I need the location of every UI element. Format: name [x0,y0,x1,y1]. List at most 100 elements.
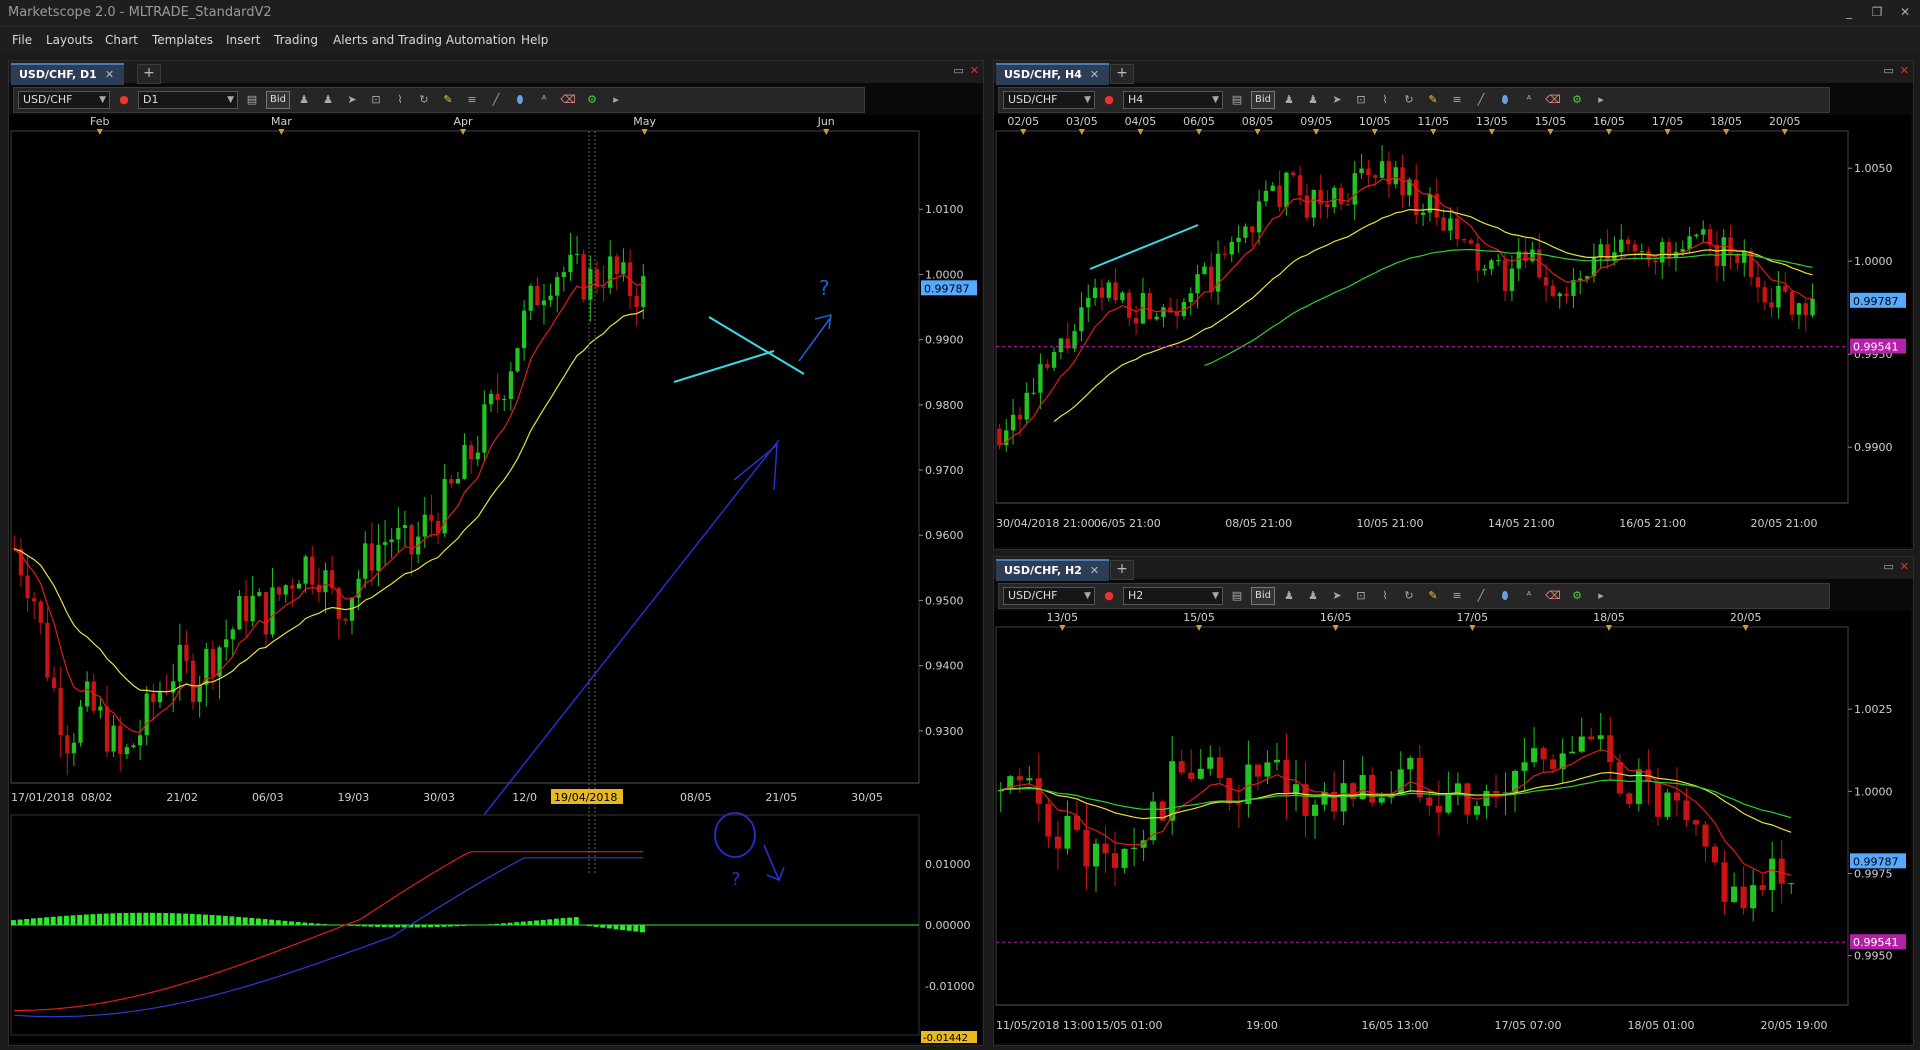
indicator-icon[interactable]: ⌇ [1375,587,1395,605]
more-icon[interactable]: ▸ [606,91,626,109]
candle-body [1492,791,1500,794]
panel-close-icon[interactable]: ✕ [1900,64,1909,77]
lines-icon[interactable]: ≡ [1447,91,1467,109]
crosshair-icon[interactable]: ⊡ [1351,91,1371,109]
settings-icon[interactable]: ⚙ [1567,587,1587,605]
trader-buy-icon[interactable]: ♟ [1279,587,1299,605]
panel-close-icon[interactable]: ✕ [1900,560,1909,573]
macd-histogram-bar [567,917,573,925]
bid-toggle[interactable]: Bid [1251,587,1275,605]
record-icon[interactable]: ● [1099,91,1119,109]
candle-body [508,371,513,399]
text-icon[interactable]: ᴬ [1519,587,1539,605]
record-icon[interactable]: ● [1099,587,1119,605]
tab-usdchf-h2[interactable]: USD/CHF, H2 ✕ [996,559,1110,581]
add-tab-button[interactable]: + [1110,64,1134,84]
menu-chart[interactable]: Chart [105,33,138,47]
candle-body [1619,239,1624,253]
add-tab-button[interactable]: + [1110,560,1134,580]
trader-buy-icon[interactable]: ♟ [1279,91,1299,109]
lines-icon[interactable]: ≡ [462,91,482,109]
shape-icon[interactable]: ⬮ [1495,91,1515,109]
maximize-icon[interactable]: ▭ [953,64,963,77]
trendline-icon[interactable]: ╱ [1471,91,1491,109]
text-icon[interactable]: ᴬ [534,91,554,109]
more-icon[interactable]: ▸ [1591,587,1611,605]
bid-toggle[interactable]: Bid [266,91,290,109]
text-icon[interactable]: ᴬ [1519,91,1539,109]
symbol-select[interactable]: USD/CHF ▼ [18,91,110,109]
refresh-icon[interactable]: ↻ [1399,91,1419,109]
add-tab-button[interactable]: + [137,64,161,84]
menu-layouts[interactable]: Layouts [46,33,93,47]
trendline-icon[interactable]: ╱ [1471,587,1491,605]
shape-icon[interactable]: ⬮ [1495,587,1515,605]
menu-file[interactable]: File [12,33,32,47]
macd-histogram-bar [514,922,520,925]
trader-buy-icon[interactable]: ♟ [294,91,314,109]
tab-usdchf-h4[interactable]: USD/CHF, H4 ✕ [996,63,1110,85]
more-icon[interactable]: ▸ [1591,91,1611,109]
indicator-icon[interactable]: ⌇ [1375,91,1395,109]
trader-sell-icon[interactable]: ♟ [1303,587,1323,605]
trader-sell-icon[interactable]: ♟ [318,91,338,109]
indicator-icon[interactable]: ⌇ [390,91,410,109]
record-icon[interactable]: ● [114,91,134,109]
ruler-icon[interactable]: ✎ [1423,91,1443,109]
eraser-icon[interactable]: ⌫ [558,91,578,109]
trendline-icon[interactable]: ╱ [486,91,506,109]
timeframe-select[interactable]: H2 ▼ [1123,587,1223,605]
refresh-icon[interactable]: ↻ [414,91,434,109]
cursor-icon[interactable]: ➤ [342,91,362,109]
symbol-select[interactable]: USD/CHF ▼ [1003,91,1095,109]
chart-toolbar: USD/CHF ▼ ● H2 ▼ ▤ Bid ♟ ♟ ➤ ⊡ ⌇ ↻ ✎ ≡ ╱ ⬮… [998,583,1830,609]
month-tick-label: 02/05 [1007,115,1039,128]
maximize-icon[interactable]: ▭ [1883,64,1893,77]
candle-body [1202,266,1207,275]
close-icon[interactable]: ✕ [1896,4,1914,20]
timeframe-select[interactable]: H4 ▼ [1123,91,1223,109]
candle-body [561,272,566,278]
chart-type-icon[interactable]: ▤ [1227,91,1247,109]
settings-icon[interactable]: ⚙ [582,91,602,109]
chart-h4-canvas[interactable]: 02/05 03/05 04/05 06/05 08/05 09/05 10/05 11/05… [994,115,1911,547]
menu-insert[interactable]: Insert [226,33,260,47]
bid-toggle[interactable]: Bid [1251,91,1275,109]
restore-icon[interactable]: ❐ [1868,4,1886,20]
candle-body [1489,260,1494,269]
chart-d1-canvas[interactable]: Feb Mar Apr May Jun 1.0100 1.0000 0.9900 0.9800 0… [9,115,981,1043]
chart-type-icon[interactable]: ▤ [1227,587,1247,605]
cursor-icon[interactable]: ➤ [1327,587,1347,605]
date-tick-label: 11/05/2018 13:00 [996,1019,1095,1032]
timeframe-select[interactable]: D1 ▼ [138,91,238,109]
panel-close-icon[interactable]: ✕ [970,64,979,77]
lines-icon[interactable]: ≡ [1447,587,1467,605]
crosshair-icon[interactable]: ⊡ [1351,587,1371,605]
crosshair-icon[interactable]: ⊡ [366,91,386,109]
menu-trading[interactable]: Trading [274,33,318,47]
tab-usdchf-d1[interactable]: USD/CHF, D1 ✕ [11,63,125,85]
chart-h2-canvas[interactable]: 13/05 15/05 16/05 17/05 18/05 20/05 1.0025 1.00… [994,611,1911,1043]
symbol-select[interactable]: USD/CHF ▼ [1003,587,1095,605]
tab-close-icon[interactable]: ✕ [105,66,114,84]
eraser-icon[interactable]: ⌫ [1543,587,1563,605]
cursor-icon[interactable]: ➤ [1327,91,1347,109]
menu-templates[interactable]: Templates [152,33,213,47]
chart-type-icon[interactable]: ▤ [242,91,262,109]
tab-close-icon[interactable]: ✕ [1090,562,1099,580]
settings-icon[interactable]: ⚙ [1567,91,1587,109]
refresh-icon[interactable]: ↻ [1399,587,1419,605]
eraser-icon[interactable]: ⌫ [1543,91,1563,109]
menu-alerts[interactable]: Alerts and Trading Automation [333,33,516,47]
trader-sell-icon[interactable]: ♟ [1303,91,1323,109]
tab-close-icon[interactable]: ✕ [1090,66,1099,84]
candle-body [488,393,494,405]
candle-body [1195,274,1200,294]
menu-help[interactable]: Help [521,33,548,47]
macd-histogram-bar [447,925,453,927]
ruler-icon[interactable]: ✎ [438,91,458,109]
ruler-icon[interactable]: ✎ [1423,587,1443,605]
maximize-icon[interactable]: ▭ [1883,560,1893,573]
shape-icon[interactable]: ⬮ [510,91,530,109]
minimize-icon[interactable]: _ [1840,4,1858,20]
